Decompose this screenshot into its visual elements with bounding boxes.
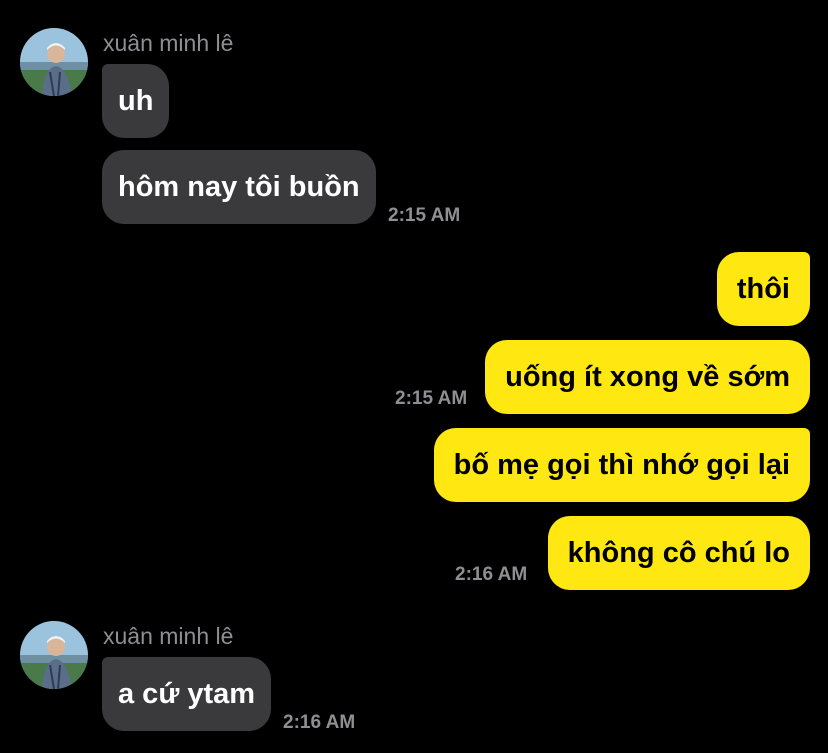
message-bubble[interactable]: bố mẹ gọi thì nhớ gọi lại: [433, 428, 810, 502]
message-bubble[interactable]: uh: [102, 64, 170, 138]
message-bubble[interactable]: hôm nay tôi buồn: [102, 150, 376, 224]
message-bubble[interactable]: không cô chú lo: [547, 516, 810, 590]
sender-avatar[interactable]: [20, 28, 88, 96]
message-bubble[interactable]: a cứ ytam: [102, 657, 272, 731]
message-bubble[interactable]: thôi: [716, 252, 810, 326]
message-timestamp: 2:15 AM: [395, 388, 468, 409]
message-timestamp: 2:16 AM: [283, 712, 356, 733]
sender-name: xuân minh lê: [103, 623, 234, 649]
sender-avatar[interactable]: [20, 621, 88, 689]
message-timestamp: 2:15 AM: [388, 205, 461, 226]
message-timestamp: 2:16 AM: [455, 564, 528, 585]
sender-name: xuân minh lê: [103, 30, 234, 56]
message-bubble[interactable]: uống ít xong về sớm: [485, 340, 810, 414]
